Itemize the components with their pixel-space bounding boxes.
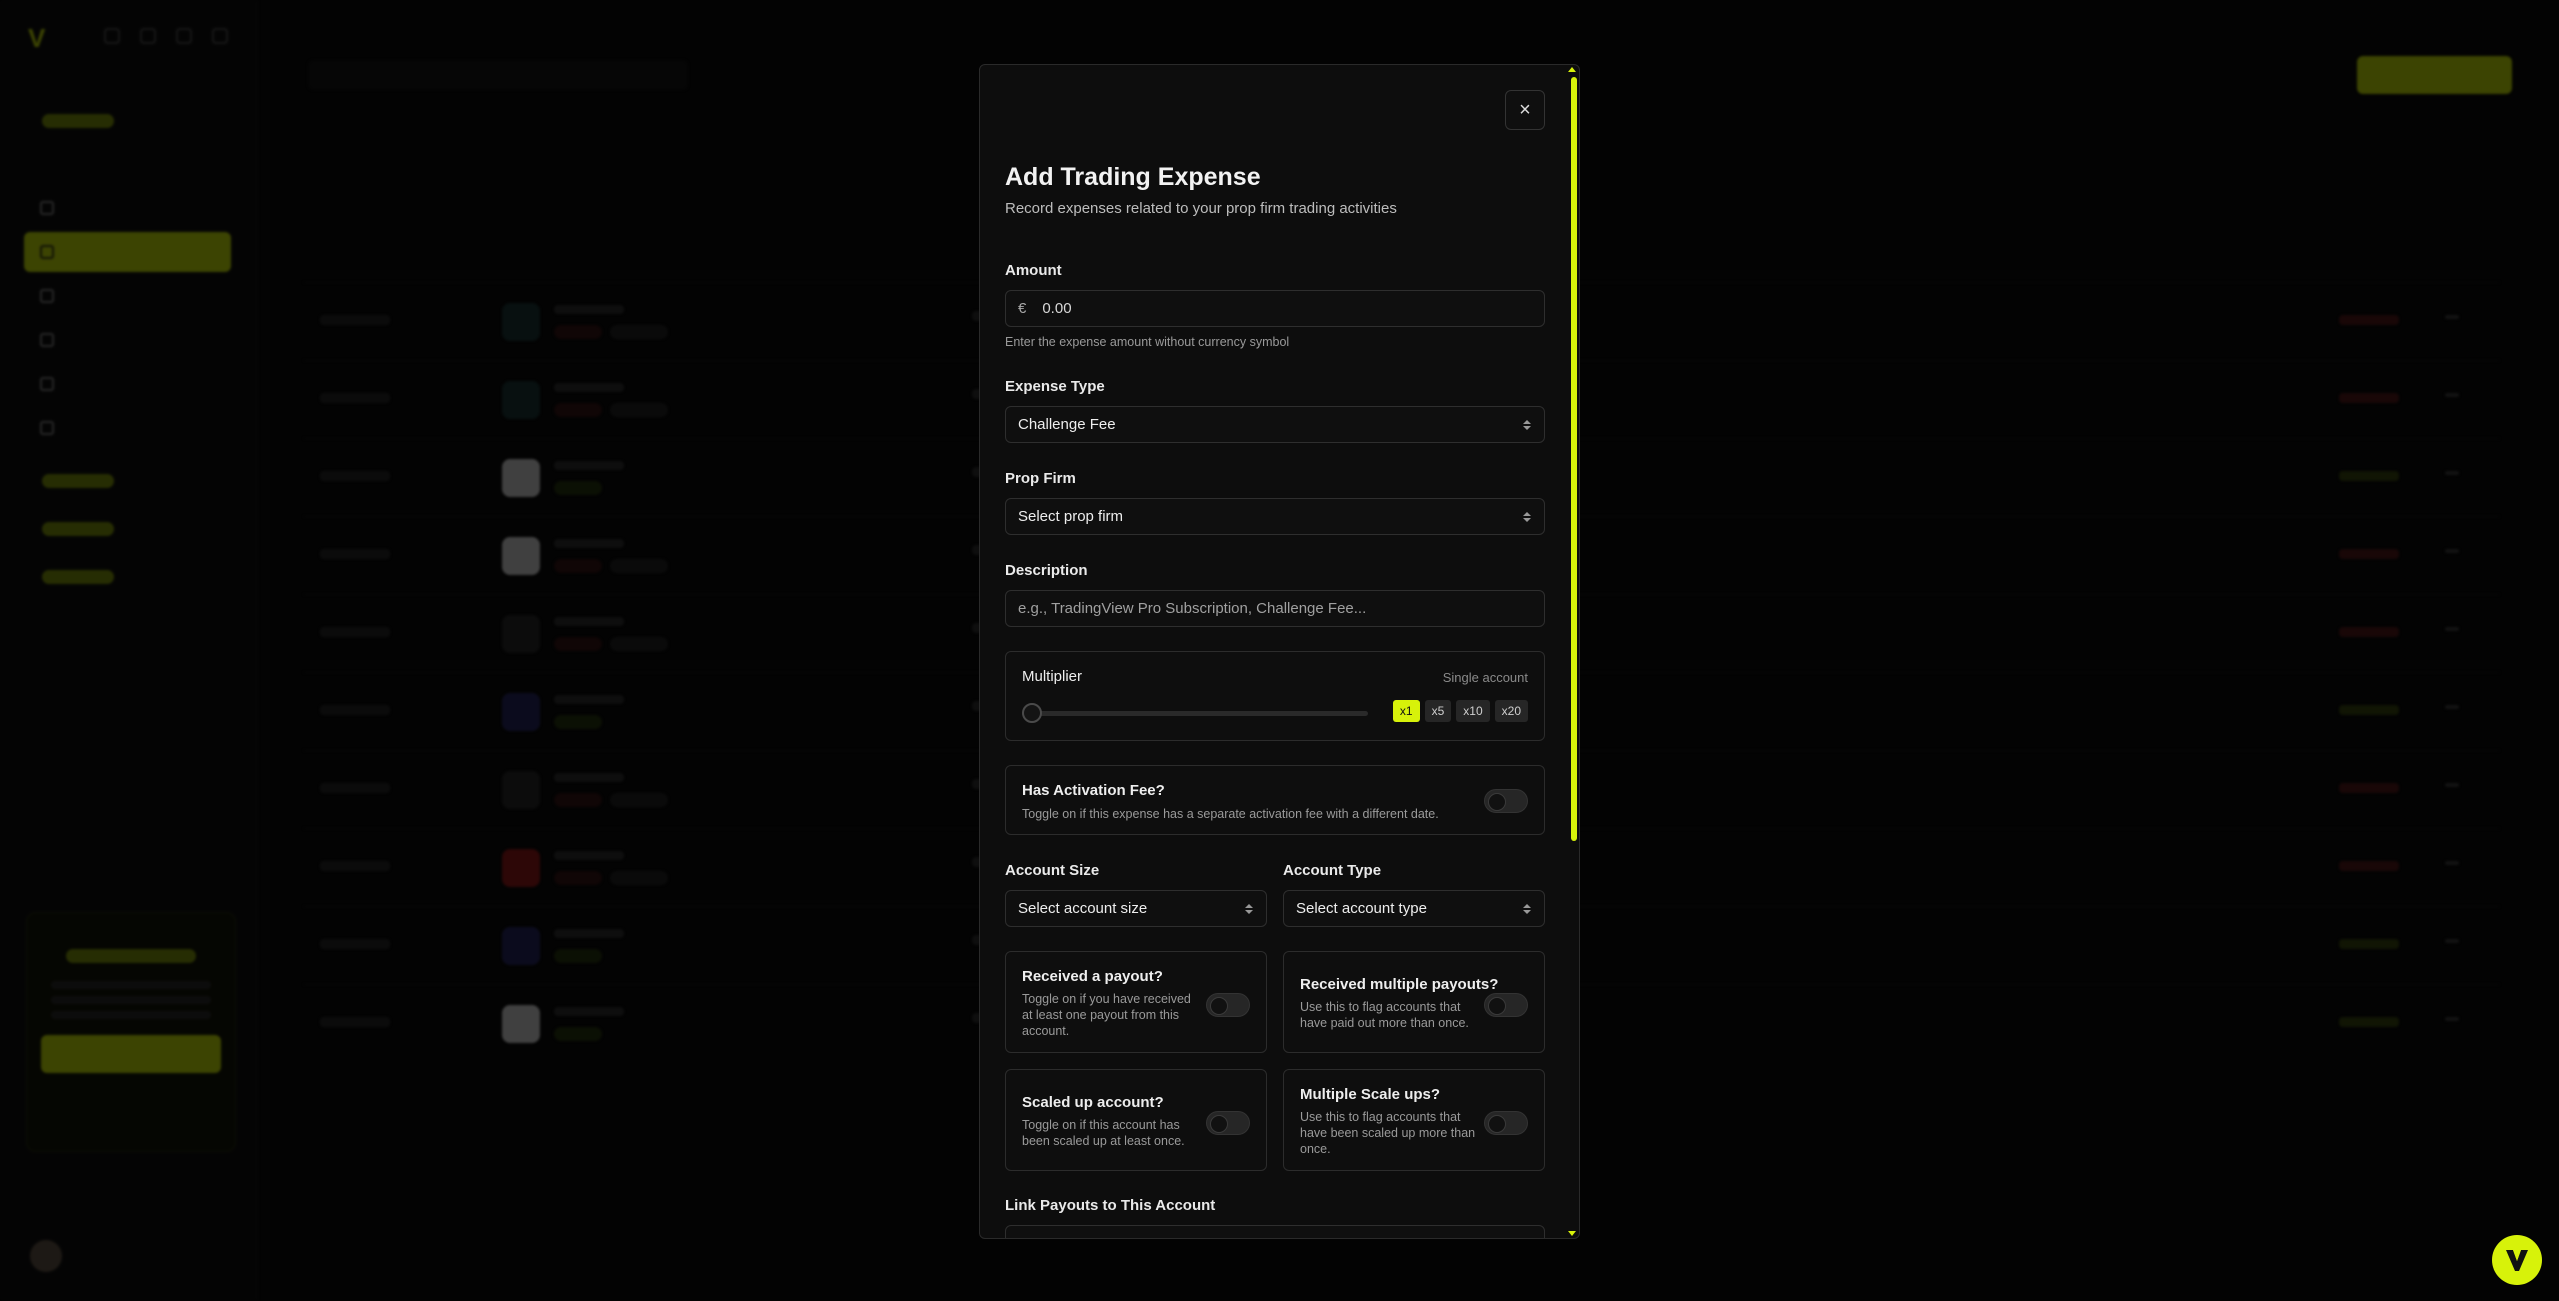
- currency-symbol: €: [1018, 300, 1027, 317]
- activation-fee-title: Has Activation Fee?: [1022, 782, 1165, 799]
- prop-firm-label: Prop Firm: [1005, 470, 1076, 487]
- chevron-updown-icon: [1522, 510, 1532, 524]
- multiplier-slider-handle[interactable]: [1022, 703, 1042, 723]
- activation-fee-toggle[interactable]: [1484, 789, 1528, 813]
- chevron-updown-icon: [1522, 902, 1532, 916]
- multiplier-presets: x1 x5 x10 x20: [1392, 700, 1528, 722]
- brand-logo-icon: [2506, 1250, 2528, 1271]
- scroll-up-icon[interactable]: [1568, 67, 1576, 72]
- multiplier-slider[interactable]: [1022, 711, 1368, 716]
- amount-hint: Enter the expense amount without currenc…: [1005, 335, 1290, 349]
- account-size-label: Account Size: [1005, 862, 1100, 879]
- account-size-select[interactable]: Select account size: [1005, 890, 1267, 927]
- multiple-payouts-title: Received multiple payouts?: [1300, 976, 1499, 993]
- payout-panel: Received a payout? Toggle on if you have…: [1005, 951, 1267, 1053]
- payout-toggle[interactable]: [1206, 993, 1250, 1017]
- scrollbar-thumb[interactable]: [1571, 77, 1577, 841]
- add-expense-modal: × Add Trading Expense Record expenses re…: [979, 64, 1580, 1239]
- close-button[interactable]: ×: [1505, 90, 1545, 130]
- account-type-label: Account Type: [1283, 862, 1382, 879]
- payout-desc: Toggle on if you have received at least …: [1022, 992, 1191, 1038]
- scaled-up-toggle[interactable]: [1206, 1111, 1250, 1135]
- scaled-up-panel: Scaled up account? Toggle on if this acc…: [1005, 1069, 1267, 1171]
- description-placeholder: e.g., TradingView Pro Subscription, Chal…: [1018, 600, 1367, 617]
- brand-fab-button[interactable]: [2492, 1235, 2542, 1285]
- link-payouts-label: Link Payouts to This Account: [1005, 1197, 1216, 1214]
- scaled-up-desc: Toggle on if this account has been scale…: [1022, 1118, 1185, 1148]
- link-payouts-select[interactable]: [1005, 1225, 1545, 1238]
- modal-subtitle: Record expenses related to your prop fir…: [1005, 200, 1397, 217]
- multiple-scale-panel: Multiple Scale ups? Use this to flag acc…: [1283, 1069, 1545, 1171]
- scaled-up-title: Scaled up account?: [1022, 1094, 1164, 1111]
- expense-type-label: Expense Type: [1005, 378, 1105, 395]
- multiplier-x5-button[interactable]: x5: [1424, 700, 1452, 722]
- chevron-updown-icon: [1244, 902, 1254, 916]
- multiple-scale-desc: Use this to flag accounts that have been…: [1300, 1110, 1476, 1156]
- app-root: V: [0, 0, 2559, 1301]
- multiple-payouts-desc: Use this to flag accounts that have paid…: [1300, 1000, 1469, 1030]
- close-icon: ×: [1519, 98, 1531, 121]
- multiplier-note: Single account: [1442, 670, 1528, 685]
- account-type-value: Select account type: [1296, 900, 1427, 917]
- activation-fee-desc: Toggle on if this expense has a separate…: [1022, 807, 1439, 821]
- multiplier-x1-button[interactable]: x1: [1392, 700, 1420, 722]
- multiple-scale-toggle[interactable]: [1484, 1111, 1528, 1135]
- multiplier-x10-button[interactable]: x10: [1456, 700, 1490, 722]
- prop-firm-value: Select prop firm: [1018, 508, 1124, 525]
- amount-value: 0.00: [1042, 300, 1072, 317]
- modal-scrollbar[interactable]: [1567, 65, 1579, 1238]
- multiplier-label: Multiplier: [1022, 668, 1083, 685]
- payout-title: Received a payout?: [1022, 968, 1163, 985]
- multiple-scale-title: Multiple Scale ups?: [1300, 1086, 1441, 1103]
- expense-type-select[interactable]: Challenge Fee: [1005, 406, 1545, 443]
- multiplier-panel: Multiplier Single account x1 x5 x10 x20: [1005, 651, 1545, 741]
- multiplier-x20-button[interactable]: x20: [1494, 700, 1528, 722]
- multiple-payouts-toggle[interactable]: [1484, 993, 1528, 1017]
- multiple-payouts-panel: Received multiple payouts? Use this to f…: [1283, 951, 1545, 1053]
- description-label: Description: [1005, 562, 1088, 579]
- chevron-updown-icon: [1522, 418, 1532, 432]
- modal-title: Add Trading Expense: [1005, 163, 1261, 191]
- description-input[interactable]: e.g., TradingView Pro Subscription, Chal…: [1005, 590, 1545, 627]
- scroll-down-icon[interactable]: [1568, 1231, 1576, 1236]
- activation-fee-panel: Has Activation Fee? Toggle on if this ex…: [1005, 765, 1545, 835]
- expense-type-value: Challenge Fee: [1018, 416, 1116, 433]
- account-type-select[interactable]: Select account type: [1283, 890, 1545, 927]
- account-size-value: Select account size: [1018, 900, 1148, 917]
- prop-firm-select[interactable]: Select prop firm: [1005, 498, 1545, 535]
- amount-label: Amount: [1005, 262, 1062, 279]
- amount-input[interactable]: € 0.00: [1005, 290, 1545, 327]
